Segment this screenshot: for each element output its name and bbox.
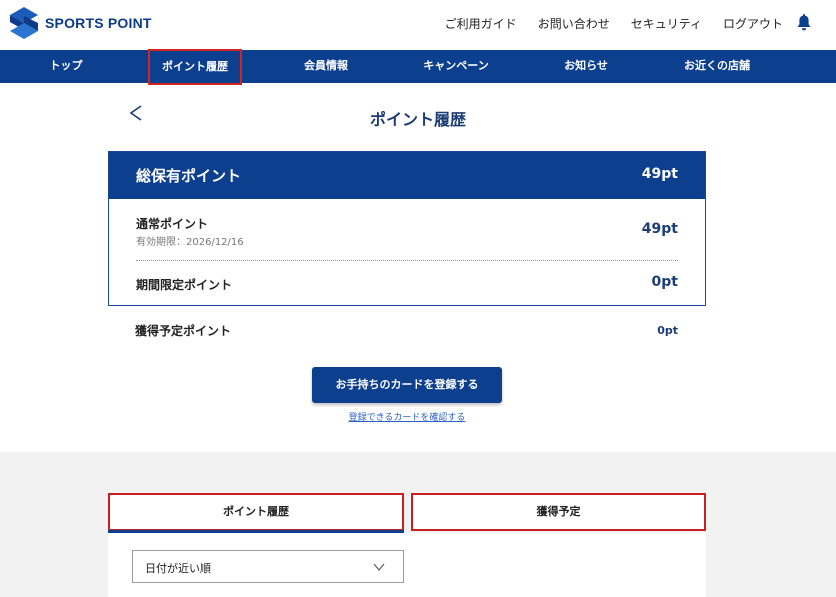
register-card-button[interactable]: お手持ちのカードを登録する — [312, 367, 502, 403]
nav-item-top[interactable]: トップ — [18, 50, 114, 83]
brand-name: SPORTS POINT — [45, 15, 152, 31]
total-points-header: 総保有ポイント 49pt — [109, 152, 705, 199]
sort-select-value: 日付が近い順 — [145, 562, 211, 575]
normal-points-expiry: 有効期限：2026/12/16 — [136, 237, 244, 248]
site-header: SPORTS POINT ご利用ガイド お問い合わせ セキュリティ ログアウト — [0, 0, 836, 50]
expected-points-value: 0pt — [657, 324, 678, 337]
check-cards-link[interactable]: 登録できるカードを確認する — [0, 410, 814, 423]
expected-points-label: 獲得予定ポイント — [135, 324, 232, 338]
normal-points-value: 49pt — [641, 221, 678, 237]
contact-link[interactable]: お問い合わせ — [538, 15, 610, 32]
normal-points-label: 通常ポイント — [136, 217, 209, 231]
limited-points-label: 期間限定ポイント — [136, 278, 233, 292]
guide-link[interactable]: ご利用ガイド — [445, 15, 517, 32]
total-points-value: 49pt — [641, 166, 678, 182]
bell-icon[interactable] — [796, 14, 812, 32]
nav-item-member-info[interactable]: 会員情報 — [278, 50, 374, 83]
nav-item-nearby-stores[interactable]: お近くの店舗 — [666, 50, 768, 83]
chevron-down-icon — [373, 563, 385, 571]
points-summary-card: 総保有ポイント 49pt 通常ポイント 有効期限：2026/12/16 49pt… — [108, 151, 706, 306]
brand-logo[interactable]: SPORTS POINT — [8, 6, 152, 40]
nav-item-campaign[interactable]: キャンペーン — [406, 50, 506, 83]
utility-nav: ご利用ガイド お問い合わせ セキュリティ ログアウト — [424, 14, 812, 32]
security-link[interactable]: セキュリティ — [631, 15, 702, 32]
nav-item-news[interactable]: お知らせ — [540, 50, 632, 83]
limited-points-value: 0pt — [651, 274, 678, 290]
page-title: ポイント履歴 — [369, 110, 466, 129]
sort-select[interactable]: 日付が近い順 — [132, 550, 404, 583]
tab-expected[interactable]: 獲得予定 — [411, 493, 706, 531]
divider — [136, 260, 678, 261]
sports-point-logo-icon — [10, 7, 38, 39]
global-nav: トップ ポイント履歴 会員情報 キャンペーン お知らせ お近くの店舗 — [0, 49, 836, 85]
tab-point-history[interactable]: ポイント履歴 — [108, 493, 404, 531]
total-points-label: 総保有ポイント — [136, 167, 242, 185]
nav-item-point-history[interactable]: ポイント履歴 — [148, 49, 242, 85]
logout-link[interactable]: ログアウト — [723, 15, 783, 32]
